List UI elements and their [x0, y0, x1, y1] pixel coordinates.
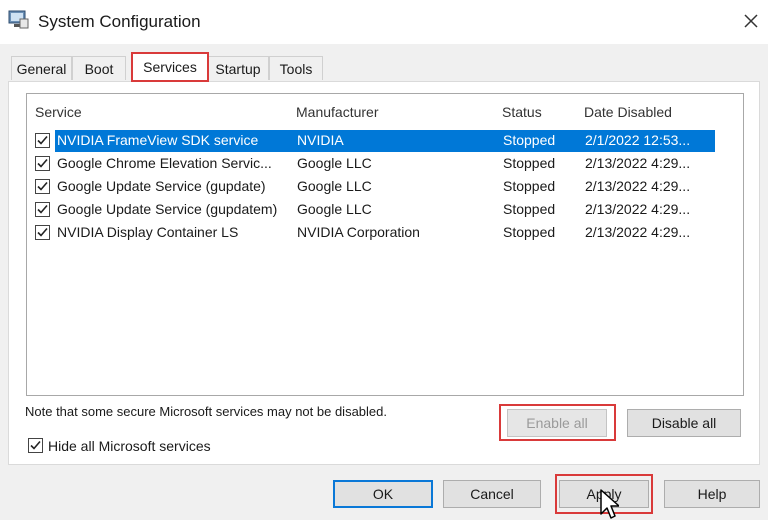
button-label: OK [372, 486, 394, 502]
tab-strip: General Boot Startup Tools [0, 52, 768, 82]
checkmark-icon [30, 440, 41, 450]
tab-label: Tools [279, 60, 313, 77]
service-checkbox[interactable] [35, 202, 50, 217]
hide-microsoft-services-checkbox[interactable] [28, 438, 43, 453]
service-name: Google Chrome Elevation Servic... [57, 155, 272, 171]
tab-label: Boot [84, 60, 114, 77]
disable-all-button[interactable]: Disable all [627, 409, 741, 437]
service-row[interactable]: NVIDIA Display Container LS NVIDIA Corpo… [31, 222, 741, 244]
tab-label: Services [143, 59, 197, 75]
checkmark-icon [37, 227, 48, 237]
service-manufacturer: Google LLC [297, 178, 372, 194]
window-title: System Configuration [38, 12, 201, 31]
column-header-manufacturer[interactable]: Manufacturer [296, 104, 378, 120]
service-manufacturer: Google LLC [297, 201, 372, 217]
service-date-disabled: 2/13/2022 4:29... [585, 178, 691, 194]
service-name: Google Update Service (gupdate) [57, 178, 266, 194]
tab-label: General [16, 60, 67, 77]
service-checkbox[interactable] [35, 225, 50, 240]
service-status: Stopped [503, 201, 556, 217]
button-label: Cancel [470, 486, 514, 502]
service-name: NVIDIA Display Container LS [57, 224, 239, 240]
service-date-disabled: 2/13/2022 4:29... [585, 201, 691, 217]
tab-startup[interactable]: Startup [207, 56, 269, 80]
close-icon [744, 14, 758, 28]
title-bar: System Configuration [0, 0, 768, 44]
service-row[interactable]: Google Chrome Elevation Servic... Google… [31, 153, 741, 175]
service-row[interactable]: Google Update Service (gupdatem) Google … [31, 199, 741, 221]
service-manufacturer: Google LLC [297, 155, 372, 171]
service-date-disabled: 2/13/2022 4:29... [585, 155, 691, 171]
service-name: NVIDIA FrameView SDK service [57, 132, 259, 148]
msconfig-icon [8, 10, 30, 30]
service-status: Stopped [503, 155, 556, 171]
service-status: Stopped [503, 224, 556, 240]
tab-label: Startup [215, 60, 261, 77]
service-checkbox[interactable] [35, 133, 50, 148]
service-row[interactable]: Google Update Service (gupdate) Google L… [31, 176, 741, 198]
column-header-status[interactable]: Status [502, 104, 542, 120]
secure-services-note: Note that some secure Microsoft services… [25, 404, 387, 419]
service-row[interactable]: NVIDIA FrameView SDK service NVIDIA Stop… [31, 130, 741, 152]
services-list[interactable]: Service Manufacturer Status Date Disable… [26, 93, 744, 396]
tab-services[interactable]: Services [131, 52, 209, 82]
enable-all-button[interactable]: Enable all [507, 409, 607, 437]
help-button[interactable]: Help [664, 480, 760, 508]
service-checkbox[interactable] [35, 156, 50, 171]
checkmark-icon [37, 135, 48, 145]
button-label: Disable all [651, 415, 717, 431]
service-status: Stopped [503, 132, 556, 148]
checkmark-icon [37, 181, 48, 191]
service-status: Stopped [503, 178, 556, 194]
service-manufacturer: NVIDIA [297, 132, 344, 148]
checkmark-icon [37, 158, 48, 168]
column-header-service[interactable]: Service [35, 104, 82, 120]
service-checkbox[interactable] [35, 179, 50, 194]
service-date-disabled: 2/1/2022 12:53... [585, 132, 691, 148]
checkmark-icon [37, 204, 48, 214]
tab-tools[interactable]: Tools [269, 56, 323, 80]
button-label: Enable all [526, 415, 588, 431]
column-header-date-disabled[interactable]: Date Disabled [584, 104, 672, 120]
ok-button[interactable]: OK [333, 480, 433, 508]
button-label: Help [697, 486, 727, 502]
close-button[interactable] [738, 8, 764, 34]
service-name: Google Update Service (gupdatem) [57, 201, 278, 217]
tab-general[interactable]: General [11, 56, 72, 80]
cancel-button[interactable]: Cancel [443, 480, 541, 508]
hide-microsoft-services-label[interactable]: Hide all Microsoft services [48, 438, 211, 454]
tab-boot[interactable]: Boot [72, 56, 126, 80]
mouse-cursor-icon [599, 488, 620, 520]
service-manufacturer: NVIDIA Corporation [297, 224, 420, 240]
service-date-disabled: 2/13/2022 4:29... [585, 224, 691, 240]
